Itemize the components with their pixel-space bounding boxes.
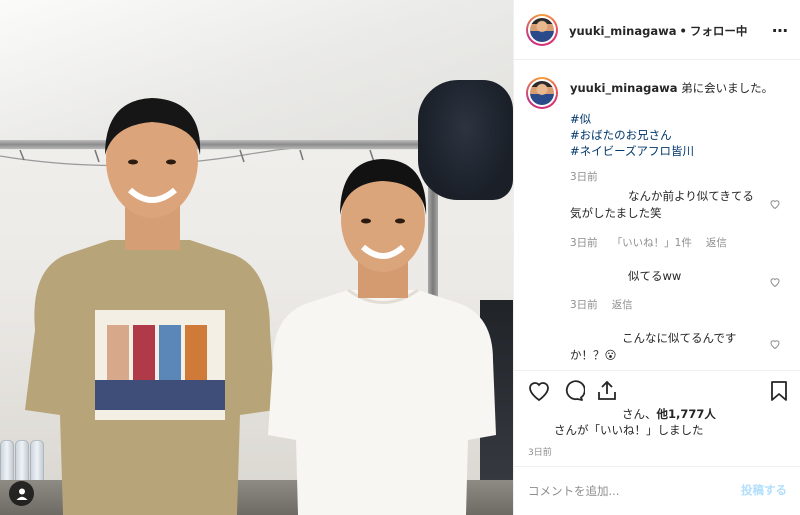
reply-button[interactable]: 返信 (612, 299, 633, 311)
like-comment-heart-icon[interactable] (769, 338, 781, 350)
caption-time[interactable]: 3日前 (570, 169, 598, 184)
header-separator: • (679, 24, 687, 38)
hashtag-link[interactable]: #似 (570, 111, 694, 127)
share-icon[interactable] (595, 379, 619, 403)
hashtag-link[interactable]: #おばたのお兄さん (570, 127, 694, 143)
liked-by-line: さんが「いいね！」しました (554, 423, 704, 437)
comment-time[interactable]: 3日前 (570, 237, 598, 249)
tagged-users-icon[interactable] (9, 481, 34, 506)
comment-text: なんか前より似てきてる気がしたました笑 (570, 189, 754, 220)
comment-input[interactable] (528, 481, 728, 501)
post-date[interactable]: 3日前 (528, 445, 552, 458)
hashtag-list: #似 #おばたのお兄さん #ネイビーズアフロ皆川 (570, 111, 694, 159)
post-header: yuuki_minagawa • フォロー中 ⋯ (514, 0, 800, 60)
header-username[interactable]: yuuki_minagawa (569, 24, 676, 38)
likes-prefix: さん、 (622, 407, 657, 421)
person-left (25, 98, 275, 515)
comment-meta: 3日前 返信 (570, 297, 647, 312)
follow-status[interactable]: フォロー中 (690, 24, 748, 38)
likes-count[interactable]: 他1,777人 (657, 407, 716, 421)
comment-time[interactable]: 3日前 (570, 299, 598, 311)
caption-text: 弟に会いました。 (681, 81, 774, 95)
profile-avatar[interactable] (526, 14, 558, 46)
person-right (268, 159, 496, 515)
add-comment-bar: 投稿する (514, 466, 800, 515)
post-photo[interactable] (0, 0, 513, 515)
comment-likes[interactable]: 「いいね！」1件 (612, 237, 692, 249)
reply-button[interactable]: 返信 (706, 237, 727, 249)
like-comment-heart-icon[interactable] (769, 198, 781, 210)
like-comment-heart-icon[interactable] (769, 276, 781, 288)
caption-username[interactable]: yuuki_minagawa (570, 81, 677, 95)
caption-avatar[interactable] (526, 77, 558, 109)
comment-text: こんなに似てるんですか！？😮 (570, 331, 737, 362)
like-heart-icon[interactable] (527, 379, 551, 403)
comment-meta: 3日前 「いいね！」1件 返信 (570, 235, 741, 250)
bookmark-icon[interactable] (767, 379, 791, 403)
comment-text: 似てるww (628, 269, 682, 283)
likes-summary: さん、他1,777人 (622, 406, 716, 422)
comment-bubble-icon[interactable] (561, 379, 585, 403)
hashtag-link[interactable]: #ネイビーズアフロ皆川 (570, 143, 694, 159)
post-comment-button[interactable]: 投稿する (741, 482, 787, 498)
caption: yuuki_minagawa 弟に会いました。 (570, 80, 790, 97)
post-sidebar: yuuki_minagawa • フォロー中 ⋯ yuuki_minagawa 弟に… (513, 0, 800, 515)
more-options-icon[interactable]: ⋯ (772, 21, 789, 40)
header-user-line: yuuki_minagawa • フォロー中 (569, 23, 747, 39)
comments-list[interactable]: yuuki_minagawa 弟に会いました。 #似 #おばたのお兄さん #ネイ… (514, 61, 800, 369)
